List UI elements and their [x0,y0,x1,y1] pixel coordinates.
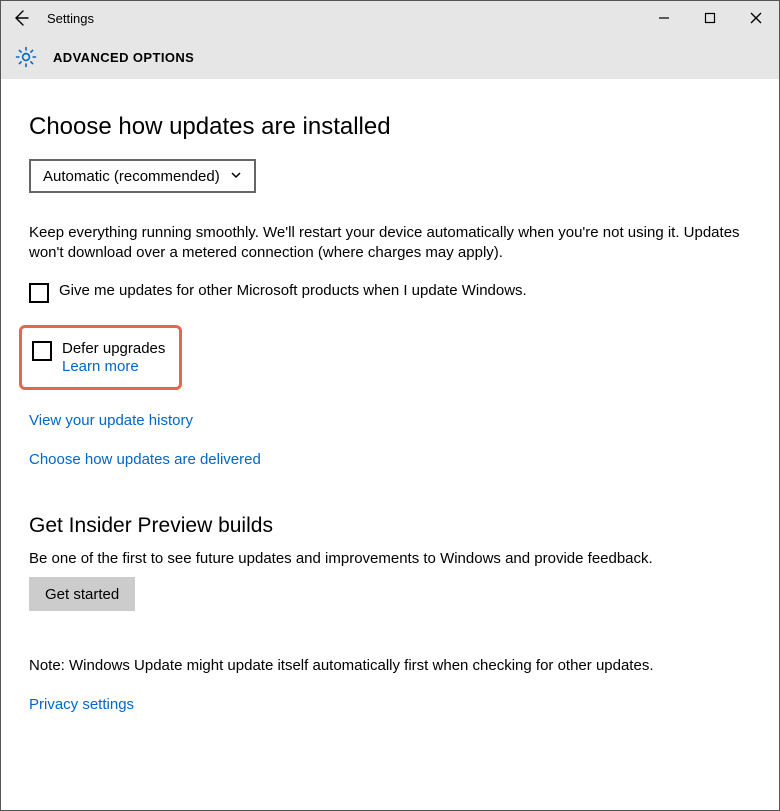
page-title: ADVANCED OPTIONS [53,50,194,65]
checkbox-other-products[interactable] [29,283,49,303]
maximize-button[interactable] [687,1,733,35]
back-button[interactable] [1,1,41,35]
minimize-button[interactable] [641,1,687,35]
window-title: Settings [41,11,94,26]
close-button[interactable] [733,1,779,35]
minimize-icon [658,12,670,24]
get-started-button[interactable]: Get started [29,577,135,611]
checkbox-row-other-products: Give me updates for other Microsoft prod… [29,282,751,303]
content: Choose how updates are installed Automat… [1,79,779,733]
gear-icon [13,44,39,70]
insider-description: Be one of the first to see future update… [29,550,751,567]
install-description: Keep everything running smoothly. We'll … [29,223,751,264]
updates-delivered-link[interactable]: Choose how updates are delivered [29,451,261,468]
install-mode-dropdown[interactable]: Automatic (recommended) [29,159,256,193]
learn-more-link[interactable]: Learn more [62,358,165,377]
subheader: ADVANCED OPTIONS [1,35,779,79]
close-icon [750,12,762,24]
defer-upgrades-highlight: Defer upgrades Learn more [19,325,182,391]
dropdown-value: Automatic (recommended) [43,168,220,185]
titlebar: Settings [1,1,779,35]
maximize-icon [704,12,716,24]
checkbox-defer-upgrades[interactable] [32,341,52,361]
privacy-settings-link[interactable]: Privacy settings [29,696,134,713]
section-heading-updates: Choose how updates are installed [29,113,751,141]
chevron-down-icon [230,168,242,185]
section-heading-insider: Get Insider Preview builds [29,514,751,538]
checkbox-label-other-products: Give me updates for other Microsoft prod… [59,282,527,299]
window-controls [641,1,779,35]
checkbox-label-defer: Defer upgrades [62,340,165,359]
update-note: Note: Windows Update might update itself… [29,657,751,674]
back-arrow-icon [11,8,31,28]
update-history-link[interactable]: View your update history [29,412,193,429]
